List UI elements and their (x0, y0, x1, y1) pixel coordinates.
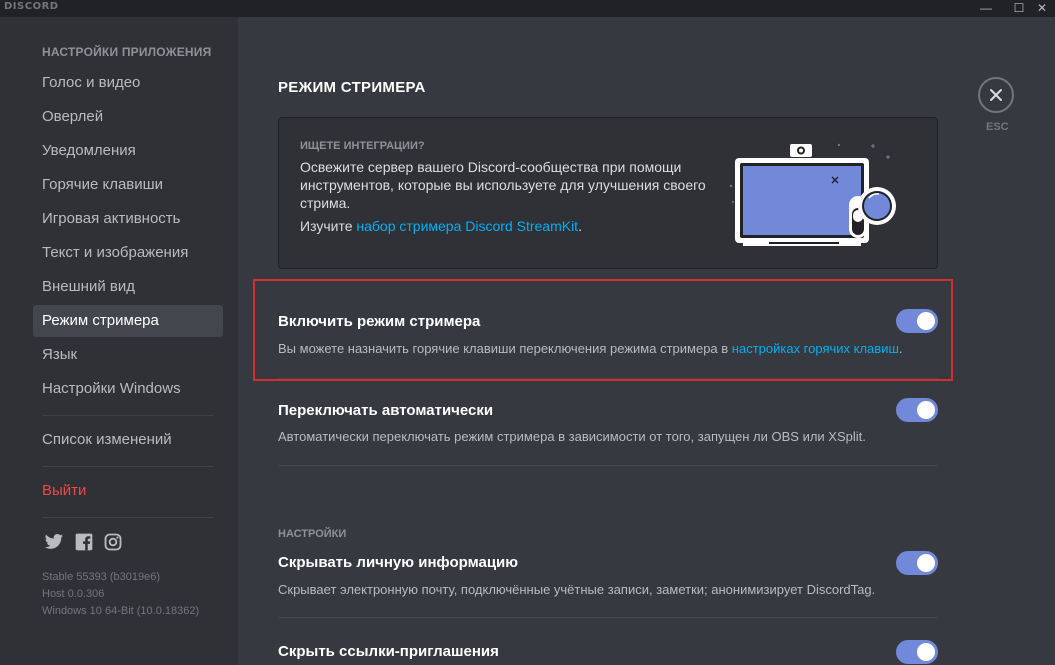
version-host: Host 0.0.306 (42, 588, 105, 600)
auto-toggle-title: Переключать автоматически (278, 402, 494, 419)
page-title: РЕЖИМ СТРИМЕРА (278, 79, 426, 96)
toggle-knob (917, 554, 935, 572)
sidebar-item-text-images[interactable]: Текст и изображения (33, 237, 223, 269)
options-section-label: НАСТРОЙКИ (278, 528, 347, 540)
sidebar-header: НАСТРОЙКИ ПРИЛОЖЕНИЯ (42, 45, 212, 59)
sidebar-item-streamer-mode[interactable]: Режим стримера (33, 305, 223, 337)
settings-sidebar: НАСТРОЙКИ ПРИЛОЖЕНИЯ Голос и видео Оверл… (0, 17, 238, 665)
version-os: Windows 10 64-Bit (10.0.18362) (42, 605, 200, 617)
hide-invite-links-title: Скрыть ссылки-приглашения (278, 643, 499, 660)
toggle-knob (917, 643, 935, 661)
facebook-icon[interactable] (74, 532, 94, 552)
setting-divider (278, 378, 938, 379)
sidebar-item-appearance[interactable]: Внешний вид (33, 271, 223, 303)
streamkit-link[interactable]: набор стримера Discord StreamKit (356, 218, 578, 234)
sidebar-divider (42, 415, 214, 416)
app-brand: DISCORD (4, 1, 59, 12)
hide-personal-info-title: Скрывать личную информацию (278, 554, 519, 571)
promo-link-prefix: Изучите (300, 218, 357, 234)
promo-link-suffix: . (578, 218, 582, 234)
sidebar-item-overlay[interactable]: Оверлей (33, 101, 223, 133)
setting-divider (278, 617, 938, 618)
sidebar-divider (42, 517, 214, 518)
sidebar-item-changelog[interactable]: Список изменений (33, 424, 223, 456)
auto-toggle-switch[interactable] (896, 398, 938, 422)
promo-text: Освежите сервер вашего Discord-сообществ… (300, 159, 706, 211)
desc-prefix: Вы можете назначить горячие клавиши пере… (278, 341, 732, 356)
close-settings-button[interactable] (978, 77, 1014, 113)
sidebar-item-notifications[interactable]: Уведомления (33, 135, 223, 167)
sidebar-item-voice-video[interactable]: Голос и видео (33, 67, 223, 99)
toggle-knob (917, 312, 935, 330)
auto-toggle-desc: Автоматически переключать режим стримера… (278, 429, 866, 444)
sidebar-item-language[interactable]: Язык (33, 339, 223, 371)
settings-content: РЕЖИМ СТРИМЕРА ИЩЕТЕ ИНТЕГРАЦИИ? Освежит… (238, 17, 1055, 665)
sidebar-item-windows-settings[interactable]: Настройки Windows (33, 373, 223, 405)
keybinds-settings-link[interactable]: настройках горячих клавиш (732, 341, 899, 356)
enable-streamer-mode-title: Включить режим стримера (278, 313, 481, 330)
streamer-illustration (729, 138, 909, 258)
twitter-icon[interactable] (44, 532, 64, 552)
enable-streamer-mode-desc: Вы можете назначить горячие клавиши пере… (278, 341, 903, 356)
hide-personal-info-toggle[interactable] (896, 551, 938, 575)
instagram-icon[interactable] (103, 532, 123, 552)
promo-link-line: Изучите набор стримера Discord StreamKit… (300, 218, 582, 234)
minimize-button[interactable]: — (973, 0, 999, 17)
sidebar-item-keybinds[interactable]: Горячие клавиши (33, 169, 223, 201)
window-close-button[interactable]: ✕ (1029, 0, 1055, 17)
setting-divider (278, 465, 938, 466)
hide-personal-info-desc: Скрывает электронную почту, подключённые… (278, 582, 876, 597)
title-bar: DISCORD — ☐ ✕ (0, 0, 1055, 17)
esc-label: ESC (986, 121, 1009, 133)
desc-suffix: . (898, 341, 903, 356)
highlight-frame (253, 279, 953, 381)
sidebar-divider (42, 466, 214, 467)
streamkit-promo-card: ИЩЕТЕ ИНТЕГРАЦИИ? Освежите сервер вашего… (278, 117, 938, 269)
enable-streamer-mode-toggle[interactable] (896, 309, 938, 333)
toggle-knob (917, 401, 935, 419)
promo-eyebrow: ИЩЕТЕ ИНТЕГРАЦИИ? (300, 140, 425, 152)
version-build: Stable 55393 (b3019e6) (42, 571, 161, 583)
sidebar-item-logout[interactable]: Выйти (33, 475, 223, 507)
sidebar-item-game-activity[interactable]: Игровая активность (33, 203, 223, 235)
close-icon (990, 89, 1002, 101)
hide-invite-links-toggle[interactable] (896, 640, 938, 664)
